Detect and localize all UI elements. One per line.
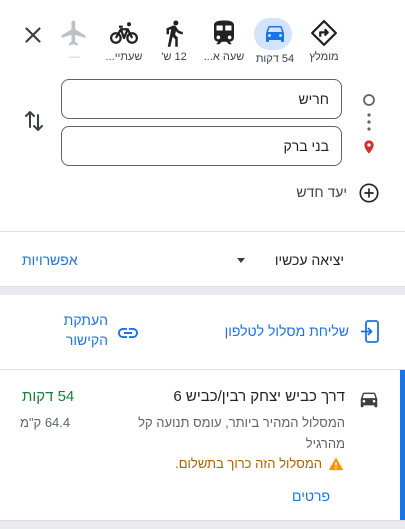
send-to-phone-button[interactable]: שליחת מסלול לטלפון	[205, 314, 385, 350]
section-separator	[0, 520, 405, 529]
travel-mode-bar: — שעתיי... 12 ש' שעה א... 54 דקות מומלץ	[0, 18, 405, 68]
copy-link-button[interactable]: העתקת הקישור	[50, 312, 142, 354]
add-destination-label: יעד חדש	[296, 184, 347, 200]
route-description-line2: מהרגיל	[305, 436, 345, 451]
route-title: דרך כביש יצחק רבין/כביש 6	[173, 388, 345, 405]
warning-icon	[328, 457, 344, 471]
destination-input[interactable]: בני ברק	[61, 126, 342, 166]
mode-transit-label: שעה א...	[203, 51, 245, 63]
copy-link-label-line1: העתקת	[63, 312, 108, 328]
swap-icon	[25, 111, 43, 131]
origin-circle-icon	[363, 94, 375, 106]
options-button[interactable]: אפשרויות	[22, 252, 78, 268]
mode-flight-label: —	[68, 51, 80, 63]
send-to-phone-icon	[361, 320, 379, 343]
section-separator	[0, 286, 405, 295]
mode-bike-label: שעתיי...	[105, 51, 143, 63]
mode-drive-label: 54 דקות	[255, 53, 295, 65]
mode-flight[interactable]: —	[52, 18, 96, 68]
add-destination-button[interactable]: יעד חדש	[260, 178, 385, 208]
route-distance: 64.4 ק"מ	[20, 415, 71, 430]
route-card[interactable]: דרך כביש יצחק רבין/כביש 6 54 דקות 64.4 ק…	[0, 370, 405, 520]
route-details-button[interactable]: פרטים	[292, 488, 330, 504]
airplane-icon	[61, 20, 86, 46]
add-circle-icon	[359, 183, 379, 203]
bike-icon	[110, 22, 138, 44]
depart-time-dropdown[interactable]: יציאה עכשיו	[234, 248, 344, 272]
route-description-line1: המסלול המהיר ביותר, עומס תנועה קל	[138, 415, 345, 430]
swap-button[interactable]	[22, 108, 46, 134]
mode-walk-label: 12 ש'	[161, 51, 187, 63]
car-icon	[360, 392, 378, 408]
destination-pin-icon	[364, 140, 374, 154]
toll-warning-text: המסלול הזה כרוך בתשלום.	[175, 456, 322, 471]
train-icon	[214, 20, 234, 45]
depart-time-label: יציאה עכשיו	[274, 252, 344, 268]
divider	[0, 231, 405, 232]
route-duration: 54 דקות	[22, 388, 75, 405]
mode-bike[interactable]: שעתיי...	[102, 18, 146, 68]
selected-route-indicator	[400, 370, 405, 520]
mode-drive[interactable]: 54 דקות	[253, 18, 297, 68]
link-icon	[118, 328, 138, 338]
mode-best-label: מומלץ	[309, 51, 339, 63]
route-dots-icon	[367, 113, 371, 131]
mode-transit[interactable]: שעה א...	[202, 18, 246, 68]
send-to-phone-label: שליחת מסלול לטלפון	[224, 323, 349, 339]
car-icon	[266, 26, 284, 42]
diamond-turn-icon	[311, 20, 337, 46]
origin-input[interactable]: חריש	[61, 79, 342, 119]
dropdown-caret-icon	[237, 258, 245, 263]
mode-walk[interactable]: 12 ש'	[152, 18, 196, 68]
mode-best[interactable]: מומלץ	[302, 18, 346, 68]
walk-icon	[166, 20, 183, 47]
copy-link-label-line2: הקישור	[65, 332, 108, 348]
